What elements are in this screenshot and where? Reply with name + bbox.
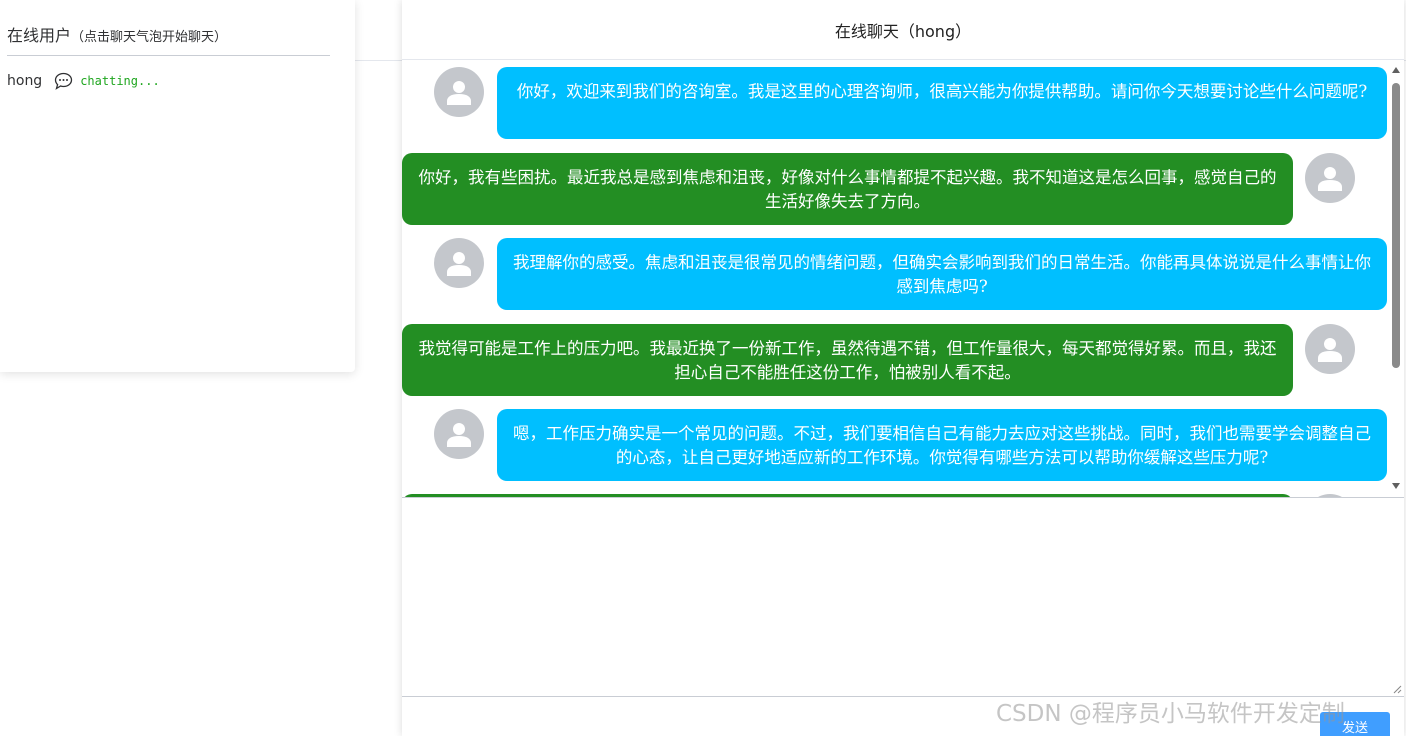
- avatar: [434, 67, 484, 117]
- message-bubble-user: 你好，我有些困扰。最近我总是感到焦虑和沮丧，好像对什么事情都提不起兴趣。我不知道…: [402, 153, 1293, 225]
- user-name: hong: [7, 73, 43, 89]
- message-row: 你好，我有些困扰。最近我总是感到焦虑和沮丧，好像对什么事情都提不起兴趣。我不知道…: [402, 153, 1388, 225]
- avatar: [1305, 153, 1355, 203]
- chat-bubble-icon[interactable]: [54, 71, 74, 91]
- message-scrollbar[interactable]: [1388, 61, 1404, 497]
- message-row: 嗯，工作压力确实是一个常见的问题。不过，我们要相信自己有能力去应对这些挑战。同时…: [402, 409, 1388, 481]
- avatar: [434, 238, 484, 288]
- message-row: 你好，欢迎来到我们的咨询室。我是这里的心理咨询师，很高兴能为你提供帮助。请问你今…: [402, 67, 1388, 139]
- message-input[interactable]: [402, 498, 1404, 696]
- message-list[interactable]: 你好，欢迎来到我们的咨询室。我是这里的心理咨询师，很高兴能为你提供帮助。请问你今…: [402, 61, 1404, 497]
- scroll-up-arrow-icon[interactable]: [1392, 67, 1400, 73]
- chat-panel: 在线聊天（hong） 你好，欢迎来到我们的咨询室。我是这里的心理咨询师，很高兴能…: [402, 0, 1404, 736]
- message-bubble-counselor: 嗯，工作压力确实是一个常见的问题。不过，我们要相信自己有能力去应对这些挑战。同时…: [497, 409, 1387, 481]
- user-list-item: hong chatting...: [7, 70, 160, 92]
- message-bubble-counselor: 我理解你的感受。焦虑和沮丧是很常见的情绪问题，但确实会影响到我们的日常生活。你能…: [497, 238, 1387, 310]
- chat-title: 在线聊天（hong）: [402, 0, 1404, 60]
- message-bubble-user: 我觉得可能是工作上的压力吧。我最近换了一份新工作，虽然待遇不错，但工作量很大，每…: [402, 324, 1293, 396]
- scroll-down-arrow-icon[interactable]: [1392, 483, 1400, 489]
- watermark: CSDN @程序员小马软件开发定制: [996, 701, 1345, 727]
- message-input-container: [402, 497, 1404, 697]
- online-users-panel: 在线用户（点击聊天气泡开始聊天） hong chatting...: [0, 0, 355, 372]
- resize-handle-icon[interactable]: [1392, 684, 1402, 694]
- online-users-title: 在线用户: [7, 26, 72, 45]
- avatar: [1305, 324, 1355, 374]
- message-bubble-counselor: 你好，欢迎来到我们的咨询室。我是这里的心理咨询师，很高兴能为你提供帮助。请问你今…: [497, 67, 1387, 139]
- message-row: 我觉得可能是工作上的压力吧。我最近换了一份新工作，虽然待遇不错，但工作量很大，每…: [402, 324, 1388, 396]
- online-users-hint: （点击聊天气泡开始聊天）: [71, 30, 228, 45]
- avatar: [434, 409, 484, 459]
- user-status: chatting...: [80, 74, 160, 88]
- message-row: 我理解你的感受。焦虑和沮丧是很常见的情绪问题，但确实会影响到我们的日常生活。你能…: [402, 238, 1388, 310]
- scroll-thumb[interactable]: [1392, 83, 1400, 368]
- online-users-header: 在线用户（点击聊天气泡开始聊天）: [7, 22, 330, 56]
